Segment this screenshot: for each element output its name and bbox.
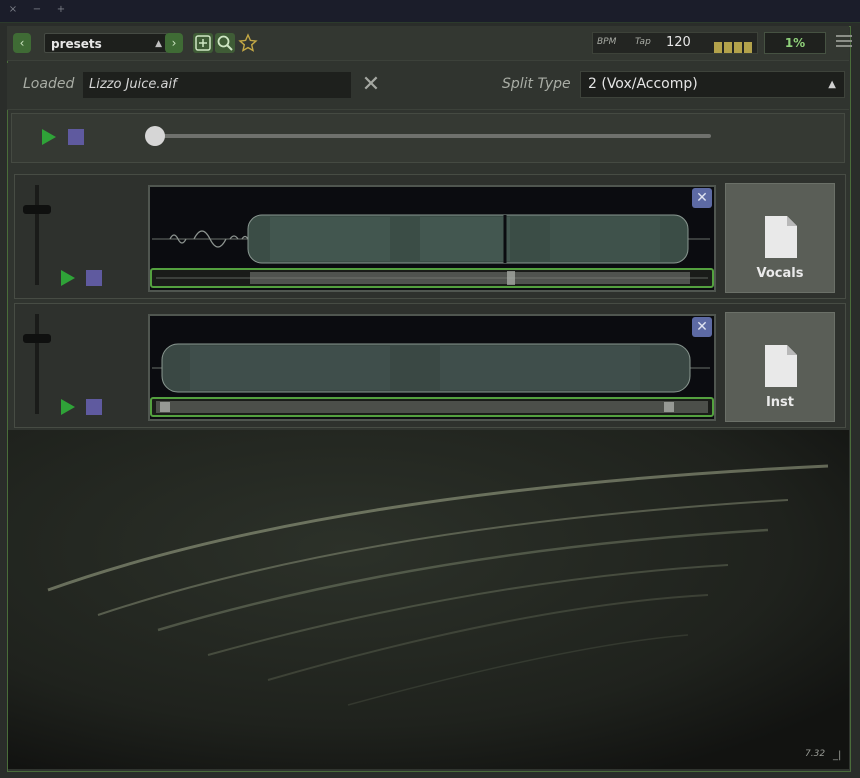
- preset-select[interactable]: presets ▲: [44, 33, 168, 53]
- waveform: [152, 214, 710, 264]
- volume-fader[interactable]: [35, 185, 39, 285]
- seek-slider-thumb[interactable]: [145, 126, 165, 146]
- track-inst: ✕ Inst: [14, 303, 846, 428]
- tap-indicator: [714, 38, 754, 53]
- waveform-display[interactable]: [148, 314, 716, 421]
- stop-icon[interactable]: [86, 399, 102, 415]
- stop-icon[interactable]: [68, 129, 84, 145]
- stem-inst-tile[interactable]: Inst: [725, 312, 835, 422]
- tap-indicator-block: [724, 42, 732, 53]
- overview-waveform[interactable]: [150, 268, 714, 288]
- maximize-window-button[interactable]: +: [54, 4, 68, 16]
- background-artwork: [8, 430, 849, 769]
- search-presets-button[interactable]: [215, 33, 235, 53]
- updown-arrows-icon: ▲: [155, 39, 162, 49]
- split-type-label: Split Type: [502, 76, 571, 92]
- bpm-group: BPM Tap 120: [592, 32, 758, 54]
- overview-waveform[interactable]: [150, 397, 714, 417]
- background-streaks: [8, 430, 849, 769]
- play-icon[interactable]: [61, 399, 75, 415]
- waveform-display[interactable]: [148, 185, 716, 292]
- close-icon: ✕: [361, 72, 381, 97]
- updown-arrows-icon: ▲: [828, 79, 836, 90]
- volume-fader-handle[interactable]: [23, 205, 51, 214]
- tap-indicator-block: [714, 42, 722, 53]
- preset-select-value: presets: [51, 37, 102, 51]
- loaded-row: Loaded Lizzo Juice.aif ✕ Split Type 2 (V…: [7, 63, 849, 110]
- bpm-label: BPM: [597, 37, 617, 47]
- seek-slider[interactable]: [156, 134, 711, 138]
- volume-fader-handle[interactable]: [23, 334, 51, 343]
- add-preset-button[interactable]: [193, 33, 213, 53]
- overview-waveform-graphic: [156, 401, 708, 413]
- top-toolbar: ‹ presets ▲ › BPM Tap 120 1%: [7, 26, 852, 61]
- hamburger-menu-icon[interactable]: [836, 35, 852, 49]
- star-icon: [238, 33, 258, 52]
- search-icon: [217, 35, 233, 51]
- waveform: [152, 343, 710, 393]
- resize-grip-icon[interactable]: _|: [833, 750, 841, 761]
- play-icon[interactable]: [61, 270, 75, 286]
- stem-vocals-tile[interactable]: Vocals: [725, 183, 835, 293]
- tap-button[interactable]: Tap: [635, 37, 651, 47]
- play-icon[interactable]: [42, 129, 56, 145]
- document-icon: [765, 216, 797, 258]
- remove-track-button[interactable]: ✕: [692, 317, 712, 337]
- clear-file-button[interactable]: ✕: [359, 72, 383, 98]
- loaded-file-field[interactable]: Lizzo Juice.aif: [83, 72, 351, 98]
- stem-inst-label: Inst: [765, 395, 795, 410]
- transport-bar: [11, 113, 845, 163]
- bpm-value[interactable]: 120: [666, 35, 691, 50]
- track-vocals: ✕ Vocals: [14, 174, 846, 299]
- title-bar: × − +: [0, 0, 860, 23]
- preset-prev-button[interactable]: ‹: [13, 33, 31, 53]
- volume-fader[interactable]: [35, 314, 39, 414]
- stem-vocals-label: Vocals: [756, 266, 804, 281]
- preset-next-button[interactable]: ›: [165, 33, 183, 53]
- stop-icon[interactable]: [86, 270, 102, 286]
- overview-waveform-graphic: [156, 271, 708, 285]
- close-icon: ✕: [696, 190, 708, 206]
- version-label: 7.32: [805, 749, 826, 759]
- minimize-window-button[interactable]: −: [30, 4, 44, 16]
- split-type-value: 2 (Vox/Accomp): [588, 76, 698, 92]
- loaded-label: Loaded: [23, 76, 75, 92]
- split-type-select[interactable]: 2 (Vox/Accomp) ▲: [580, 71, 845, 98]
- percent-readout: 1%: [764, 32, 826, 54]
- close-window-button[interactable]: ×: [6, 4, 20, 16]
- tap-indicator-block: [734, 42, 742, 53]
- document-icon: [765, 345, 797, 387]
- remove-track-button[interactable]: ✕: [692, 188, 712, 208]
- app-window: × − + ‹ presets ▲ › BPM Tap 120 1% Loade…: [0, 0, 860, 778]
- add-icon: [195, 35, 211, 51]
- favorite-button[interactable]: [238, 33, 258, 53]
- close-icon: ✕: [696, 319, 708, 335]
- tap-indicator-block: [744, 42, 752, 53]
